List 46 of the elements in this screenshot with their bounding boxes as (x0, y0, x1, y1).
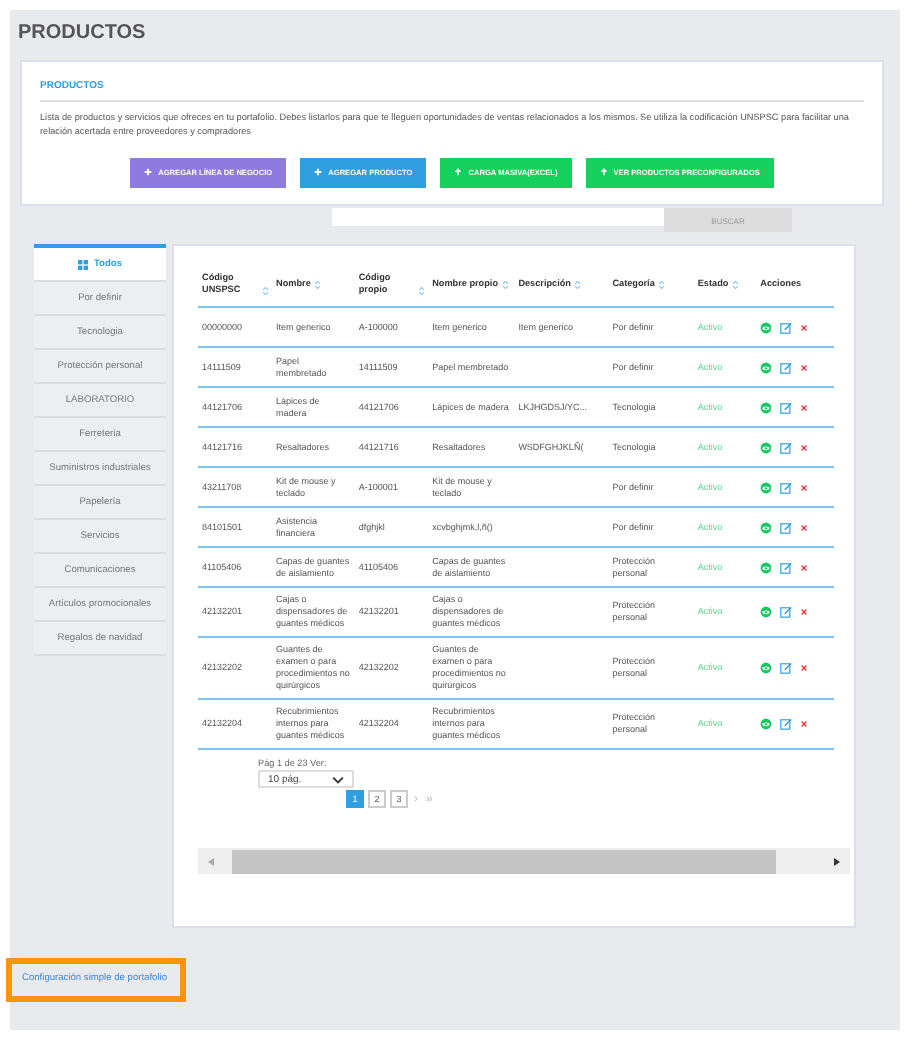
sort-icon[interactable] (732, 280, 740, 290)
edit-icon[interactable] (780, 321, 793, 333)
delete-icon[interactable] (800, 523, 809, 531)
edit-icon[interactable] (780, 606, 793, 618)
edit-icon[interactable] (780, 481, 793, 493)
plus-icon (314, 168, 323, 177)
eye-icon[interactable] (760, 662, 773, 674)
delete-icon[interactable] (800, 664, 809, 672)
eye-icon[interactable] (760, 718, 773, 730)
sort-icon[interactable] (261, 286, 269, 296)
edit-icon[interactable] (780, 401, 793, 413)
eye-icon[interactable] (760, 441, 773, 453)
delete-icon[interactable] (800, 363, 809, 371)
sort-icon[interactable] (658, 280, 666, 290)
delete-icon[interactable] (800, 323, 809, 331)
edit-icon[interactable] (780, 441, 793, 453)
eye-icon[interactable] (760, 606, 773, 618)
grid-icon (77, 259, 88, 269)
horizontal-scrollbar[interactable] (198, 848, 850, 874)
delete-icon[interactable] (800, 443, 809, 451)
chevron-down-icon (332, 775, 344, 783)
sort-icon[interactable] (314, 280, 322, 290)
delete-icon[interactable] (800, 563, 809, 571)
plus-icon (144, 168, 153, 177)
edit-icon[interactable] (780, 361, 793, 373)
eye-icon[interactable] (760, 361, 773, 373)
delete-icon[interactable] (800, 608, 809, 616)
edit-icon[interactable] (780, 718, 793, 730)
search-field[interactable] (332, 208, 664, 226)
eye-icon[interactable] (760, 321, 773, 333)
sort-icon[interactable] (417, 286, 425, 296)
edit-icon[interactable] (780, 521, 793, 533)
sort-icon[interactable] (574, 280, 582, 290)
delete-icon[interactable] (800, 483, 809, 491)
page-title: PRODUCTOS (16, 22, 148, 48)
delete-icon[interactable] (800, 720, 809, 728)
eye-icon[interactable] (760, 521, 773, 533)
edit-icon[interactable] (780, 662, 793, 674)
delete-icon[interactable] (800, 403, 809, 411)
eye-icon[interactable] (760, 561, 773, 573)
sort-icon[interactable] (502, 280, 509, 290)
eye-icon[interactable] (760, 481, 773, 493)
eye-icon[interactable] (760, 401, 773, 413)
edit-icon[interactable] (780, 561, 793, 573)
upload-icon (454, 168, 463, 177)
upload-icon (599, 168, 608, 177)
